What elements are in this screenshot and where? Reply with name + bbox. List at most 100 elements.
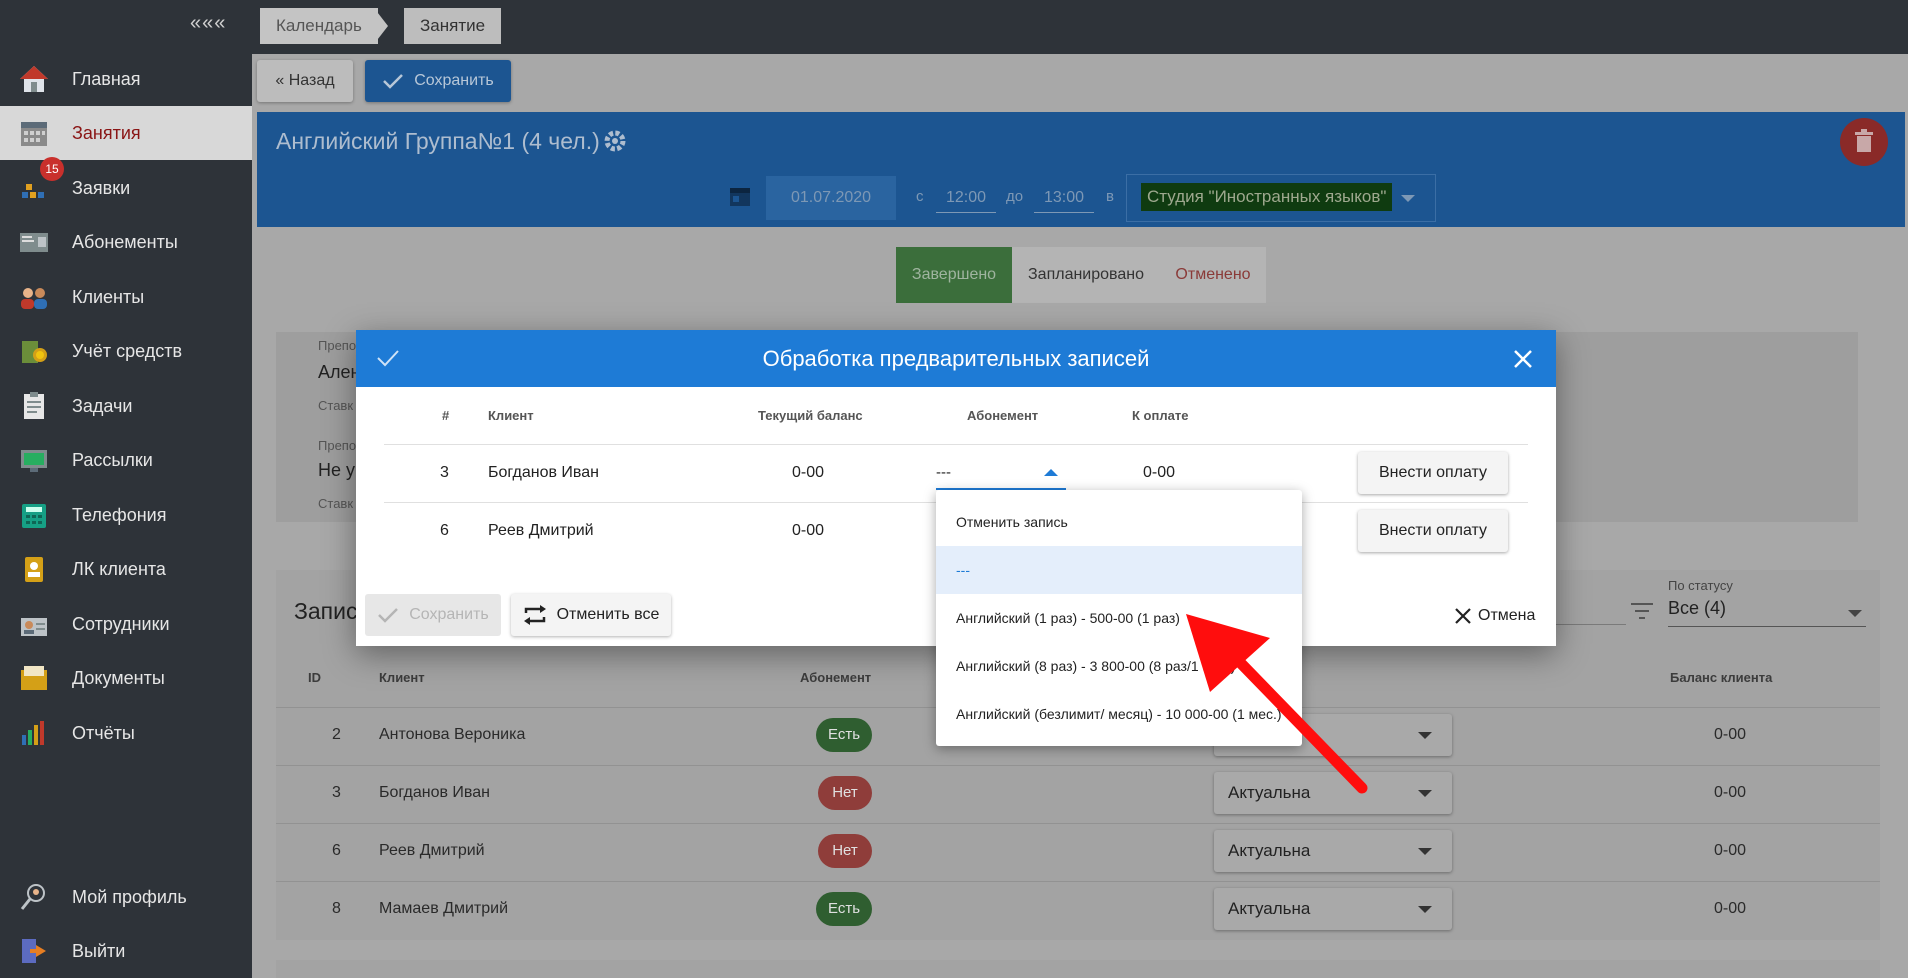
sidebar-item-label: Выйти bbox=[72, 940, 126, 961]
teacher-value-2: Не у bbox=[318, 460, 356, 480]
modal-row-client: Реев Дмитрий bbox=[488, 522, 594, 539]
repeat-icon bbox=[523, 605, 546, 625]
room-select[interactable]: Студия "Иностранных языков" bbox=[1126, 174, 1436, 222]
chevron-down-icon bbox=[1848, 610, 1862, 617]
sidebar-item-tasks[interactable]: Задачи bbox=[0, 379, 252, 433]
settings-gear-icon[interactable] bbox=[602, 128, 628, 154]
to-label: до bbox=[1006, 188, 1024, 205]
row-client: Антонова Вероника bbox=[379, 726, 526, 743]
breadcrumb-arrow-icon bbox=[374, 8, 388, 44]
status-tab-planned[interactable]: Запланировано bbox=[1012, 247, 1160, 303]
chevron-down-icon bbox=[1401, 195, 1415, 202]
from-label: с bbox=[916, 188, 924, 205]
column-header-subscription: Абонемент bbox=[800, 670, 872, 685]
close-icon[interactable] bbox=[1512, 348, 1534, 370]
subscription-select[interactable]: --- bbox=[936, 458, 1066, 490]
sidebar-item-label: Абонементы bbox=[72, 231, 178, 252]
status-tab-completed[interactable]: Завершено bbox=[896, 247, 1012, 303]
modal-row-client: Богданов Иван bbox=[488, 464, 599, 481]
sidebar-collapse-button[interactable]: ««« bbox=[190, 12, 226, 35]
column-header-client: Клиент bbox=[379, 670, 425, 685]
sidebar-item-documents[interactable]: Документы bbox=[0, 651, 252, 705]
back-button[interactable]: « Назад bbox=[257, 60, 353, 102]
row-client: Богданов Иван bbox=[379, 784, 490, 801]
save-button-label: Сохранить bbox=[414, 72, 494, 89]
sidebar-item-label: Рассылки bbox=[72, 449, 153, 470]
save-button[interactable]: Сохранить bbox=[365, 60, 511, 102]
subscription-select-value: --- bbox=[936, 464, 951, 481]
sidebar-item-label: Главная bbox=[72, 68, 141, 89]
table-row bbox=[276, 881, 1880, 940]
sidebar-item-reports[interactable]: Отчёты bbox=[0, 706, 252, 760]
modal-column-subscription: Абонемент bbox=[967, 408, 1039, 423]
table-row bbox=[276, 823, 1880, 882]
sidebar-item-requests[interactable]: 15 Заявки bbox=[0, 157, 252, 215]
back-button-label: « Назад bbox=[275, 72, 335, 89]
sidebar-item-finance[interactable]: Учёт средств bbox=[0, 324, 252, 378]
teacher-value: Ален bbox=[318, 362, 361, 382]
sidebar-item-label: Клиенты bbox=[72, 286, 145, 307]
delete-lesson-button[interactable] bbox=[1840, 118, 1888, 166]
in-label: в bbox=[1106, 188, 1114, 205]
rate-label: Ставк bbox=[318, 398, 354, 413]
sidebar-item-label: Мой профиль bbox=[72, 886, 187, 907]
sidebar-item-profile[interactable]: Мой профиль bbox=[0, 870, 252, 924]
breadcrumb-lesson[interactable]: Занятие bbox=[404, 8, 502, 44]
sidebar-item-telephony[interactable]: Телефония bbox=[0, 488, 252, 542]
chevron-down-icon bbox=[1418, 906, 1432, 913]
modal-save-button[interactable]: Сохранить bbox=[365, 594, 501, 636]
sidebar-item-label: Телефония bbox=[72, 504, 167, 525]
make-payment-button[interactable]: Внести оплату bbox=[1358, 510, 1508, 552]
sidebar-item-home[interactable]: Главная bbox=[0, 52, 252, 106]
table-row bbox=[276, 765, 1880, 824]
sidebar-item-mailings[interactable]: Рассылки bbox=[0, 433, 252, 487]
sidebar-item-subscriptions[interactable]: Абонементы bbox=[0, 215, 252, 269]
status-filter-select[interactable]: Все (4) bbox=[1668, 596, 1866, 627]
logout-icon bbox=[22, 939, 46, 963]
cancel-all-button[interactable]: Отменить все bbox=[511, 594, 671, 636]
record-status-value: Актуальна bbox=[1228, 899, 1311, 918]
modal-row-number: 3 bbox=[440, 464, 449, 481]
date-input[interactable]: 01.07.2020 bbox=[766, 176, 896, 220]
chevron-up-icon bbox=[1044, 469, 1058, 476]
sidebar-item-staff[interactable]: Сотрудники bbox=[0, 597, 252, 651]
record-status-select[interactable]: Актуальна bbox=[1214, 888, 1452, 930]
requests-badge: 15 bbox=[40, 157, 64, 181]
time-from-input[interactable]: 12:00 bbox=[936, 184, 996, 213]
room-select-value: Студия "Иностранных языков" bbox=[1141, 183, 1393, 211]
sidebar-item-label: Занятия bbox=[72, 122, 141, 143]
row-balance: 0-00 bbox=[1714, 726, 1747, 743]
clients-icon bbox=[21, 288, 47, 309]
sidebar-item-label: Заявки bbox=[72, 177, 131, 198]
sidebar-item-client-account[interactable]: ЛК клиента bbox=[0, 542, 252, 596]
dropdown-option-none-selected[interactable]: --- bbox=[936, 546, 1302, 594]
sidebar-item-label: Отчёты bbox=[72, 722, 135, 743]
records-search-underline bbox=[1556, 624, 1626, 625]
status-filter-label: По статусу bbox=[1668, 578, 1733, 593]
modal-column-to-pay: К оплате bbox=[1132, 408, 1189, 423]
make-payment-button[interactable]: Внести оплату bbox=[1358, 452, 1508, 494]
time-to-input[interactable]: 13:00 bbox=[1034, 184, 1094, 213]
status-tab-cancelled[interactable]: Отменено bbox=[1160, 247, 1266, 303]
top-bar: Календарь Занятие bbox=[252, 0, 1908, 54]
modal-cancel-label: Отмена bbox=[1478, 607, 1536, 624]
dropdown-option-cancel-record[interactable]: Отменить запись bbox=[936, 498, 1302, 546]
row-id: 8 bbox=[332, 900, 341, 917]
trash-icon bbox=[1855, 129, 1873, 152]
modal-column-balance: Текущий баланс bbox=[758, 408, 863, 423]
row-client: Мамаев Дмитрий bbox=[379, 900, 509, 917]
sidebar-item-lessons[interactable]: Занятия bbox=[0, 106, 252, 160]
tasks-icon bbox=[24, 392, 44, 419]
modal-cancel-button[interactable]: Отмена bbox=[1454, 604, 1535, 628]
modal-column-number: # bbox=[442, 408, 450, 423]
phone-icon bbox=[22, 504, 46, 528]
sidebar-item-logout[interactable]: Выйти bbox=[0, 924, 252, 978]
mailing-icon bbox=[21, 450, 47, 472]
record-status-select[interactable]: Актуальна bbox=[1214, 830, 1452, 872]
sidebar-item-clients[interactable]: Клиенты bbox=[0, 270, 252, 324]
next-card bbox=[276, 960, 1880, 978]
filter-icon[interactable] bbox=[1630, 600, 1654, 622]
row-id: 2 bbox=[332, 726, 341, 743]
check-icon bbox=[383, 74, 404, 89]
breadcrumb-calendar[interactable]: Календарь bbox=[260, 8, 378, 44]
